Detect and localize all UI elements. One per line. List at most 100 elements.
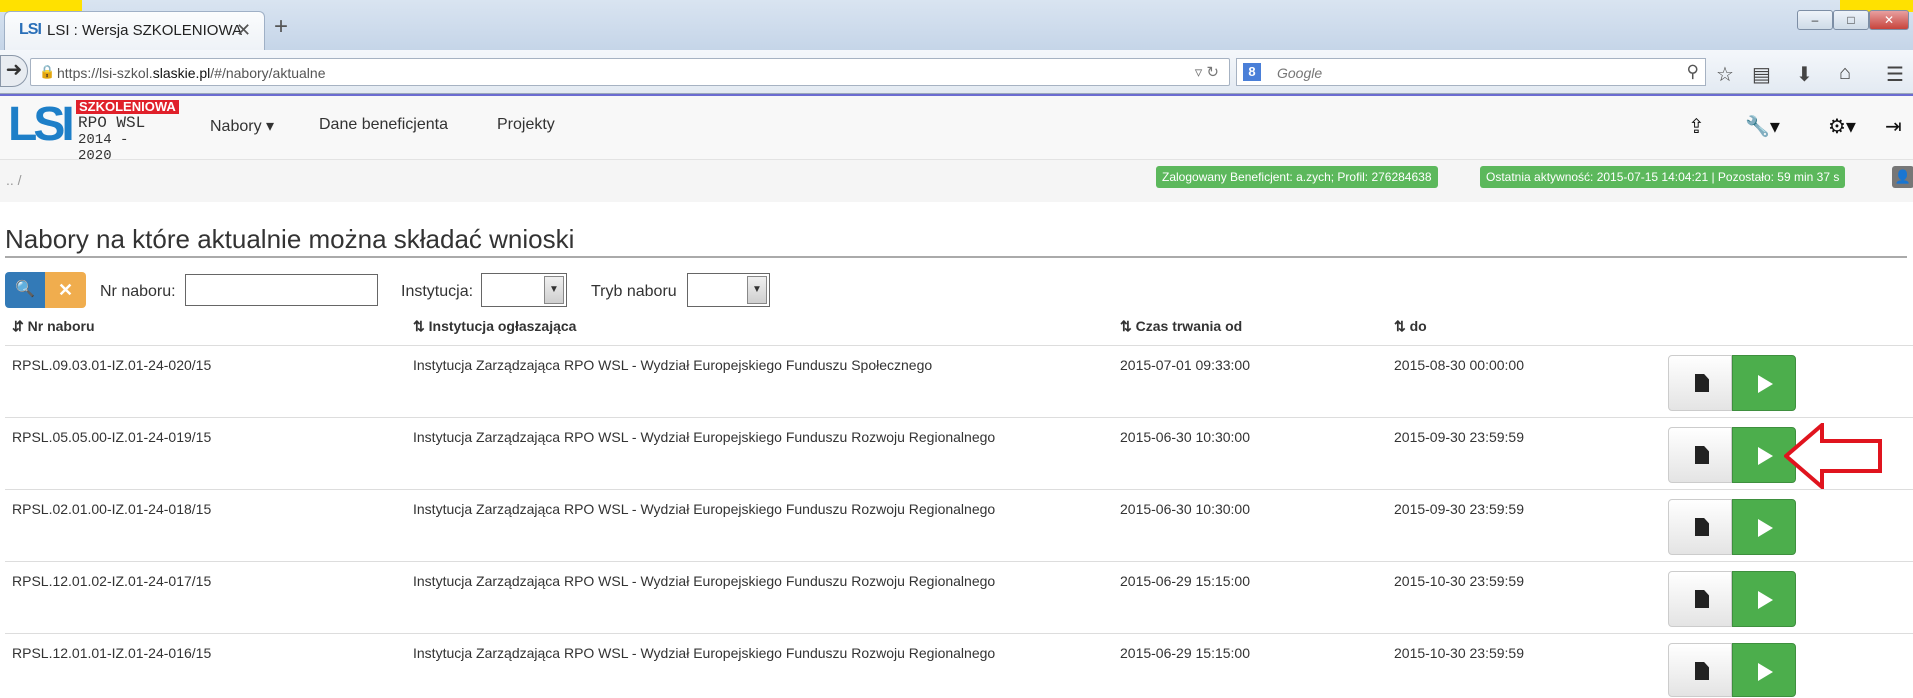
nr-naboru-input[interactable] [185,274,378,306]
table-row: RPSL.12.01.02-IZ.01-24-017/15 Instytucja… [5,561,1913,633]
cell-nr: RPSL.05.05.00-IZ.01-24-019/15 [12,429,212,445]
cell-od: 2015-07-01 09:33:00 [1120,357,1250,373]
page-title: Nabory na które aktualnie można składać … [5,224,575,254]
start-button[interactable] [1732,355,1796,411]
minimize-icon[interactable]: – [1797,10,1833,30]
address-bar[interactable]: 🔒 https://lsi-szkol.slaskie.pl/#/nabory/… [30,58,1230,86]
play-icon [1758,375,1773,393]
play-icon [1758,519,1773,537]
maximize-icon[interactable]: □ [1833,10,1869,30]
logo-program: RPO WSL [78,114,146,132]
cell-instytucja: Instytucja Zarządzająca RPO WSL - Wydzia… [413,357,933,373]
activity-badge: Ostatnia aktywność: 2015-07-15 14:04:21 … [1480,166,1846,188]
sort-icon: ⇅ [1394,318,1410,334]
details-button[interactable] [1668,427,1732,483]
cell-instytucja: Instytucja Zarządzająca RPO WSL - Wydzia… [413,573,996,589]
bookmark-star-icon[interactable]: ☆ [1716,62,1734,87]
browser-tab[interactable]: LSI LSI : Wersja SZKOLENIOWA ✕ [4,11,265,50]
table-row: RPSL.12.01.01-IZ.01-24-016/15 Instytucja… [5,633,1913,698]
logged-user-badge: Zalogowany Beneficjent: a.zych; Profil: … [1156,166,1438,188]
details-button[interactable] [1668,643,1732,697]
tab-title: LSI : Wersja SZKOLENIOWA [47,22,243,39]
chevron-down-icon: ▼ [747,276,767,304]
cell-instytucja: Instytucja Zarządzająca RPO WSL - Wydzia… [413,645,996,661]
sort-icon: ⇅ [413,318,429,334]
search-icon[interactable]: ⚲ [1687,62,1699,82]
logo-lsi: LSI [8,98,75,151]
tryb-naboru-select[interactable]: ▼ [687,273,770,307]
chevron-down-icon: ▼ [544,276,564,304]
back-arrow-icon[interactable]: ➜ [0,55,28,87]
cell-od: 2015-06-29 15:15:00 [1120,645,1250,661]
col-header-do[interactable]: ⇅ do [1394,318,1427,335]
file-icon [1695,374,1709,392]
lock-icon: 🔒 [39,64,56,79]
cell-nr: RPSL.12.01.01-IZ.01-24-016/15 [12,645,212,661]
logout-icon[interactable]: ⇥ [1885,114,1902,139]
col-header-od[interactable]: ⇅ Czas trwania od [1120,318,1242,335]
cell-nr: RPSL.12.01.02-IZ.01-24-017/15 [12,573,212,589]
window-close-icon[interactable]: ✕ [1869,10,1909,30]
sort-icon: ⇵ [12,318,28,334]
search-button[interactable]: 🔍 [5,272,45,308]
instytucja-label: Instytucja: [401,283,474,300]
start-button[interactable] [1732,643,1796,697]
app-logo[interactable]: LSI SZKOLENIOWA RPO WSL 2014 - 2020 [8,98,179,164]
play-icon [1758,663,1773,681]
instytucja-select[interactable]: ▼ [481,273,567,307]
reading-list-icon[interactable]: ▤ [1752,62,1771,87]
details-button[interactable] [1668,571,1732,627]
logo-badge: SZKOLENIOWA [76,100,179,114]
title-divider [5,256,1907,258]
play-icon [1758,591,1773,609]
cell-instytucja: Instytucja Zarządzająca RPO WSL - Wydzia… [413,501,996,517]
url-text: https://lsi-szkol.slaskie.pl/#/nabory/ak… [57,65,326,81]
home-icon[interactable]: ⌂ [1839,62,1851,85]
download-icon[interactable]: ⬇ [1796,62,1813,87]
table-row: RPSL.02.01.00-IZ.01-24-018/15 Instytucja… [5,489,1913,561]
search-input[interactable]: 8 Google ⚲ [1236,58,1706,86]
cell-od: 2015-06-30 10:30:00 [1120,501,1250,517]
browser-titlebar: LSI LSI : Wersja SZKOLENIOWA ✕ + – □ ✕ [0,0,1913,50]
user-icon[interactable]: 👤 [1892,166,1913,188]
table-row: RPSL.09.03.01-IZ.01-24-020/15 Instytucja… [5,345,1913,417]
cell-instytucja: Instytucja Zarządzająca RPO WSL - Wydzia… [413,429,996,445]
cell-do: 2015-09-30 23:59:59 [1394,501,1524,517]
play-icon [1758,447,1773,465]
cell-do: 2015-10-30 23:59:59 [1394,645,1524,661]
tryb-naboru-label: Tryb naboru [591,283,677,300]
file-icon [1695,590,1709,608]
close-icon[interactable]: ✕ [236,20,251,41]
details-button[interactable] [1668,499,1732,555]
wrench-icon[interactable]: 🔧▾ [1745,114,1780,139]
menu-projekty[interactable]: Projekty [497,116,555,134]
search-placeholder: Google [1277,65,1323,81]
details-button[interactable] [1668,355,1732,411]
cell-do: 2015-09-30 23:59:59 [1394,429,1524,445]
close-icon: ✕ [57,280,74,300]
reload-icon[interactable]: ▿ ↻ [1195,63,1219,81]
annotation-arrow-icon [1784,423,1882,489]
start-button[interactable] [1732,571,1796,627]
cell-od: 2015-06-30 10:30:00 [1120,429,1250,445]
google-icon: 8 [1243,63,1261,81]
upload-icon[interactable]: ⇪ [1688,114,1705,139]
cell-od: 2015-06-29 15:15:00 [1120,573,1250,589]
nr-naboru-label: Nr naboru: [100,283,176,300]
col-header-nr[interactable]: ⇵ Nr naboru [12,318,95,335]
menu-dane-beneficjenta[interactable]: Dane beneficjenta [319,116,448,134]
clear-button[interactable]: ✕ [45,272,86,308]
file-icon [1695,662,1709,680]
breadcrumb[interactable]: .. / [6,172,22,188]
col-header-instytucja[interactable]: ⇅ Instytucja ogłaszająca [413,318,576,335]
start-button[interactable] [1732,499,1796,555]
menu-icon[interactable]: ☰ [1886,62,1904,87]
gear-icon[interactable]: ⚙▾ [1828,114,1856,139]
app-navbar: LSI SZKOLENIOWA RPO WSL 2014 - 2020 Nabo… [0,94,1913,164]
cell-do: 2015-08-30 00:00:00 [1394,357,1524,373]
browser-navbar: ➜ 🔒 https://lsi-szkol.slaskie.pl/#/nabor… [0,50,1913,94]
menu-nabory[interactable]: Nabory ▾ [210,116,274,136]
tab-favicon-icon: LSI [19,21,42,38]
cell-do: 2015-10-30 23:59:59 [1394,573,1524,589]
new-tab-icon[interactable]: + [274,13,288,41]
